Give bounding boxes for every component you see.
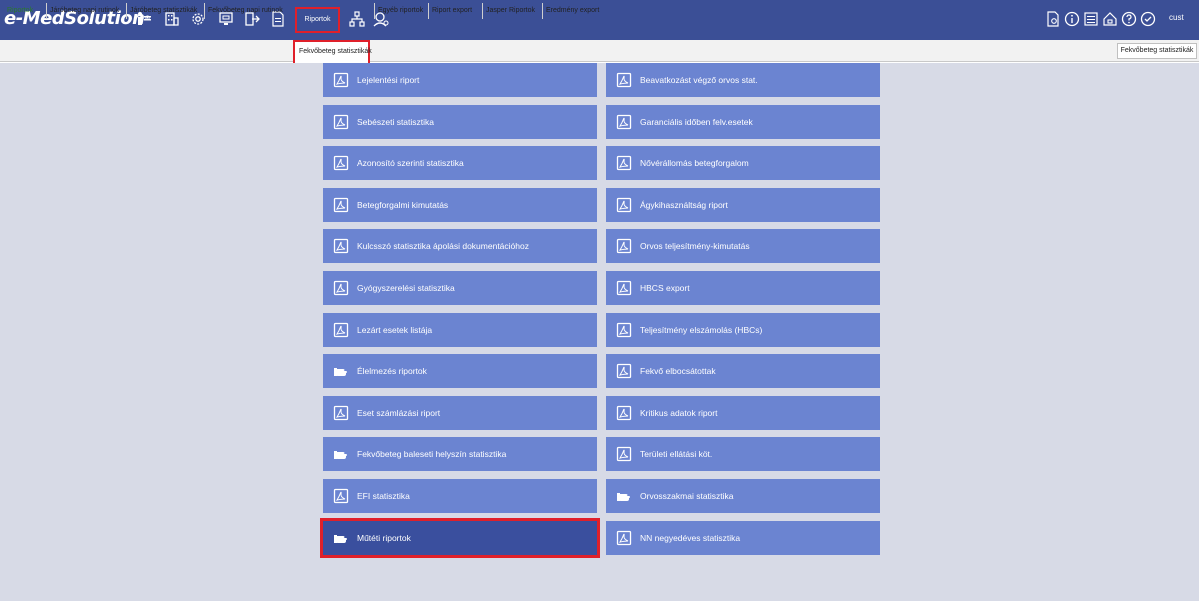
tab-riportok[interactable]: Riportok: [4, 3, 36, 19]
report-button[interactable]: Kritikus adatok riport: [606, 395, 880, 430]
tab-fekvobeteg-napi-rutinok[interactable]: Fekvőbeteg napi rutinok: [204, 3, 286, 19]
pdf-icon: [610, 146, 638, 180]
report-button[interactable]: EFI statisztika: [323, 479, 597, 513]
pdf-icon: [327, 105, 355, 139]
report-button[interactable]: Azonosító szerinti statisztika: [323, 146, 597, 181]
report-label: Fekvőbeteg baleseti helyszín statisztika: [357, 449, 507, 460]
report-button[interactable]: Sebészeti statisztika: [323, 104, 597, 139]
pdf-icon: [610, 188, 638, 222]
report-button[interactable]: Beavatkozást végző orvos stat.: [606, 63, 880, 97]
pdf-icon: [610, 63, 638, 97]
report-label: Lejelentési riport: [357, 75, 420, 85]
report-label: Nővérállomás betegforgalom: [640, 158, 749, 169]
report-label: Sebészeti statisztika: [357, 116, 435, 127]
tab-riport-export[interactable]: Riport export: [428, 3, 475, 19]
report-label: HBCS export: [640, 283, 690, 293]
report-label: NN negyedéves statisztika: [640, 532, 741, 543]
report-button[interactable]: Garanciális időben felv.esetek: [606, 104, 880, 139]
report-label: Orvos teljesítmény-kimutatás: [640, 241, 750, 252]
report-label: Teljesítmény elszámolás (HBCs): [640, 324, 763, 335]
hierarchy-icon[interactable]: [349, 11, 365, 29]
report-button[interactable]: Nővérállomás betegforgalom: [606, 146, 880, 181]
report-search-icon[interactable]: [1045, 11, 1061, 29]
report-button[interactable]: Orvos teljesítmény-kimutatás: [606, 229, 880, 264]
report-button[interactable]: Gyógyszerelési statisztika: [323, 271, 597, 305]
report-button[interactable]: Fekvő elbocsátottak: [606, 354, 880, 389]
report-label: Gyógyszerelési statisztika: [357, 283, 455, 293]
pdf-icon: [610, 354, 638, 388]
report-button[interactable]: Betegforgalmi kimutatás: [323, 187, 597, 222]
report-button[interactable]: Lejelentési riport: [323, 63, 597, 97]
pdf-icon: [610, 229, 638, 263]
report-label: Kritikus adatok riport: [640, 407, 718, 418]
report-label: Élelmezés riportok: [357, 366, 427, 377]
tab-fekvobeteg-statisztikak[interactable]: Fekvőbeteg statisztikák: [296, 44, 375, 60]
report-button[interactable]: Fekvőbeteg baleseti helyszín statisztika: [323, 437, 597, 472]
pdf-icon: [327, 313, 355, 347]
pdf-icon: [610, 271, 638, 305]
pdf-icon: [327, 396, 355, 430]
info-circle-icon[interactable]: [1064, 11, 1080, 29]
user-label[interactable]: cust: [1169, 13, 1184, 22]
pdf-icon: [610, 521, 638, 555]
pdf-icon: [327, 271, 355, 305]
pdf-icon: [327, 63, 355, 97]
report-label: Kulcsszó statisztika ápolási dokumentáci…: [357, 241, 529, 252]
report-button[interactable]: Ágykihasználtság riport: [606, 187, 880, 222]
report-button[interactable]: Teljesítmény elszámolás (HBCs): [606, 312, 880, 347]
pdf-icon: [327, 146, 355, 180]
pdf-icon: [327, 479, 355, 513]
report-label: Lezárt esetek listája: [357, 324, 433, 335]
report-label: Területi ellátási köt.: [640, 449, 713, 460]
pointing-hand-icon: [327, 521, 355, 555]
report-label: Betegforgalmi kimutatás: [357, 199, 449, 210]
report-button[interactable]: Lezárt esetek listája: [323, 312, 597, 347]
report-label: Ágykihasználtság riport: [640, 199, 728, 210]
report-button[interactable]: HBCS export: [606, 271, 880, 305]
tab-jarobeteg-statisztikak[interactable]: Járóbeteg statisztikák: [126, 3, 200, 19]
report-label: Azonosító szerinti statisztika: [357, 158, 464, 169]
pdf-icon: [327, 229, 355, 263]
report-button[interactable]: Műtéti riportok: [320, 517, 600, 558]
report-label: Fekvő elbocsátottak: [640, 366, 716, 377]
check-circle-icon[interactable]: [1140, 11, 1156, 29]
report-label: EFI statisztika: [357, 491, 410, 501]
report-button[interactable]: Élelmezés riportok: [323, 354, 597, 389]
pdf-icon: [610, 396, 638, 430]
tab-eredmeny-export[interactable]: Eredmény export: [542, 3, 602, 19]
tab-jasper-riportok[interactable]: Jasper Riportok: [482, 3, 538, 19]
tab-egyeb-riportok[interactable]: Egyéb riportok: [374, 3, 426, 19]
report-button[interactable]: Eset számlázási riport: [323, 395, 597, 430]
tab-jarobeteg-napi-rutinok[interactable]: Járóbeteg napi rutinok: [46, 3, 122, 19]
pointing-hand-icon: [610, 479, 638, 513]
report-label: Eset számlázási riport: [357, 407, 441, 418]
riportok-menu-button[interactable]: Riportok: [295, 7, 340, 33]
report-label: Garanciális időben felv.esetek: [640, 116, 753, 127]
pointing-hand-icon: [327, 437, 355, 471]
pdf-icon: [327, 188, 355, 222]
report-label: Beavatkozást végző orvos stat.: [640, 75, 758, 85]
report-label: Orvosszakmai statisztika: [640, 491, 734, 501]
pdf-icon: [610, 313, 638, 347]
report-button[interactable]: NN negyedéves statisztika: [606, 520, 880, 555]
help-circle-icon[interactable]: [1121, 11, 1137, 29]
lock-icon[interactable]: [1102, 11, 1118, 29]
report-button[interactable]: Orvosszakmai statisztika: [606, 479, 880, 513]
current-section-label: Fekvőbeteg statisztikák: [1117, 43, 1197, 59]
report-button[interactable]: Kulcsszó statisztika ápolási dokumentáci…: [323, 229, 597, 264]
pdf-icon: [610, 105, 638, 139]
report-button[interactable]: Területi ellátási köt.: [606, 437, 880, 472]
report-tab-bar: [0, 40, 1199, 62]
list-icon[interactable]: [1083, 11, 1099, 29]
report-label: Műtéti riportok: [357, 532, 411, 543]
pointing-hand-icon: [327, 354, 355, 388]
pdf-icon: [610, 437, 638, 471]
report-list-area: [0, 63, 1199, 601]
